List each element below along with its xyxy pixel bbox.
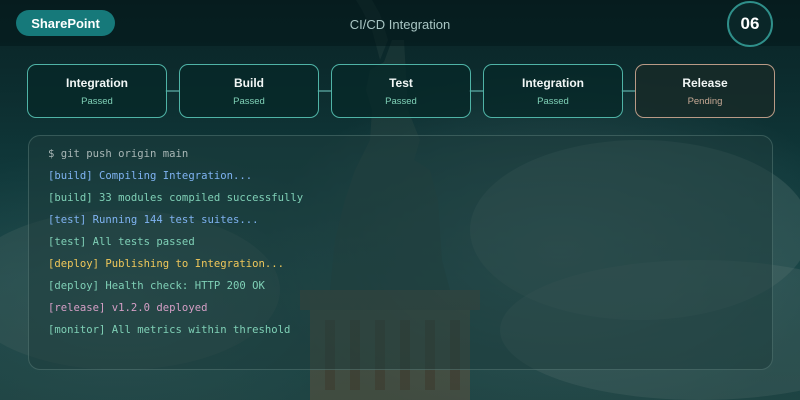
page-title: CI/CD Integration [349,16,451,32]
terminal-line: [monitor] All metrics within threshold [48,324,291,336]
terminal-line: [test] Running 144 test suites... [48,214,259,226]
stage-connector [621,90,635,92]
stage-name: Build [234,75,264,90]
stage-name: Release [682,75,728,90]
stage-connector [469,90,483,92]
stage-name: Integration [66,75,128,90]
stage-card-integration-2[interactable]: Integration Passed [483,64,623,118]
stage-status: Passed [81,95,113,107]
brand-badge[interactable]: SharePoint [16,10,115,36]
terminal-line: [test] All tests passed [48,236,195,248]
terminal-line: [build] 33 modules compiled successfully [48,192,304,204]
stage-card-build[interactable]: Build Passed [179,64,319,118]
terminal-line: [deploy] Publishing to Integration... [48,258,284,270]
stage-connector [317,90,331,92]
stage-status: Pending [687,95,723,107]
stage-status: Passed [537,95,569,107]
pipeline-stages: Integration Passed Build Passed Test Pas… [27,64,775,118]
stage-status: Passed [233,95,265,107]
terminal-line: [build] Compiling Integration... [48,170,253,182]
terminal-line: $ git push origin main [48,148,189,160]
stage-name: Integration [522,75,584,90]
stage-card-test[interactable]: Test Passed [331,64,471,118]
slide-number-badge: 06 [727,1,773,47]
terminal-line: [release] v1.2.0 deployed [48,302,208,314]
stage-status: Passed [385,95,417,107]
header-bar: SharePoint CI/CD Integration 06 [0,0,800,47]
terminal-output[interactable]: $ git push origin main [build] Compiling… [28,135,773,370]
stage-connector [165,90,179,92]
stage-card-integration[interactable]: Integration Passed [27,64,167,118]
stage-card-release[interactable]: Release Pending [635,64,775,118]
stage-name: Test [389,75,413,90]
terminal-line: [deploy] Health check: HTTP 200 OK [48,280,265,292]
